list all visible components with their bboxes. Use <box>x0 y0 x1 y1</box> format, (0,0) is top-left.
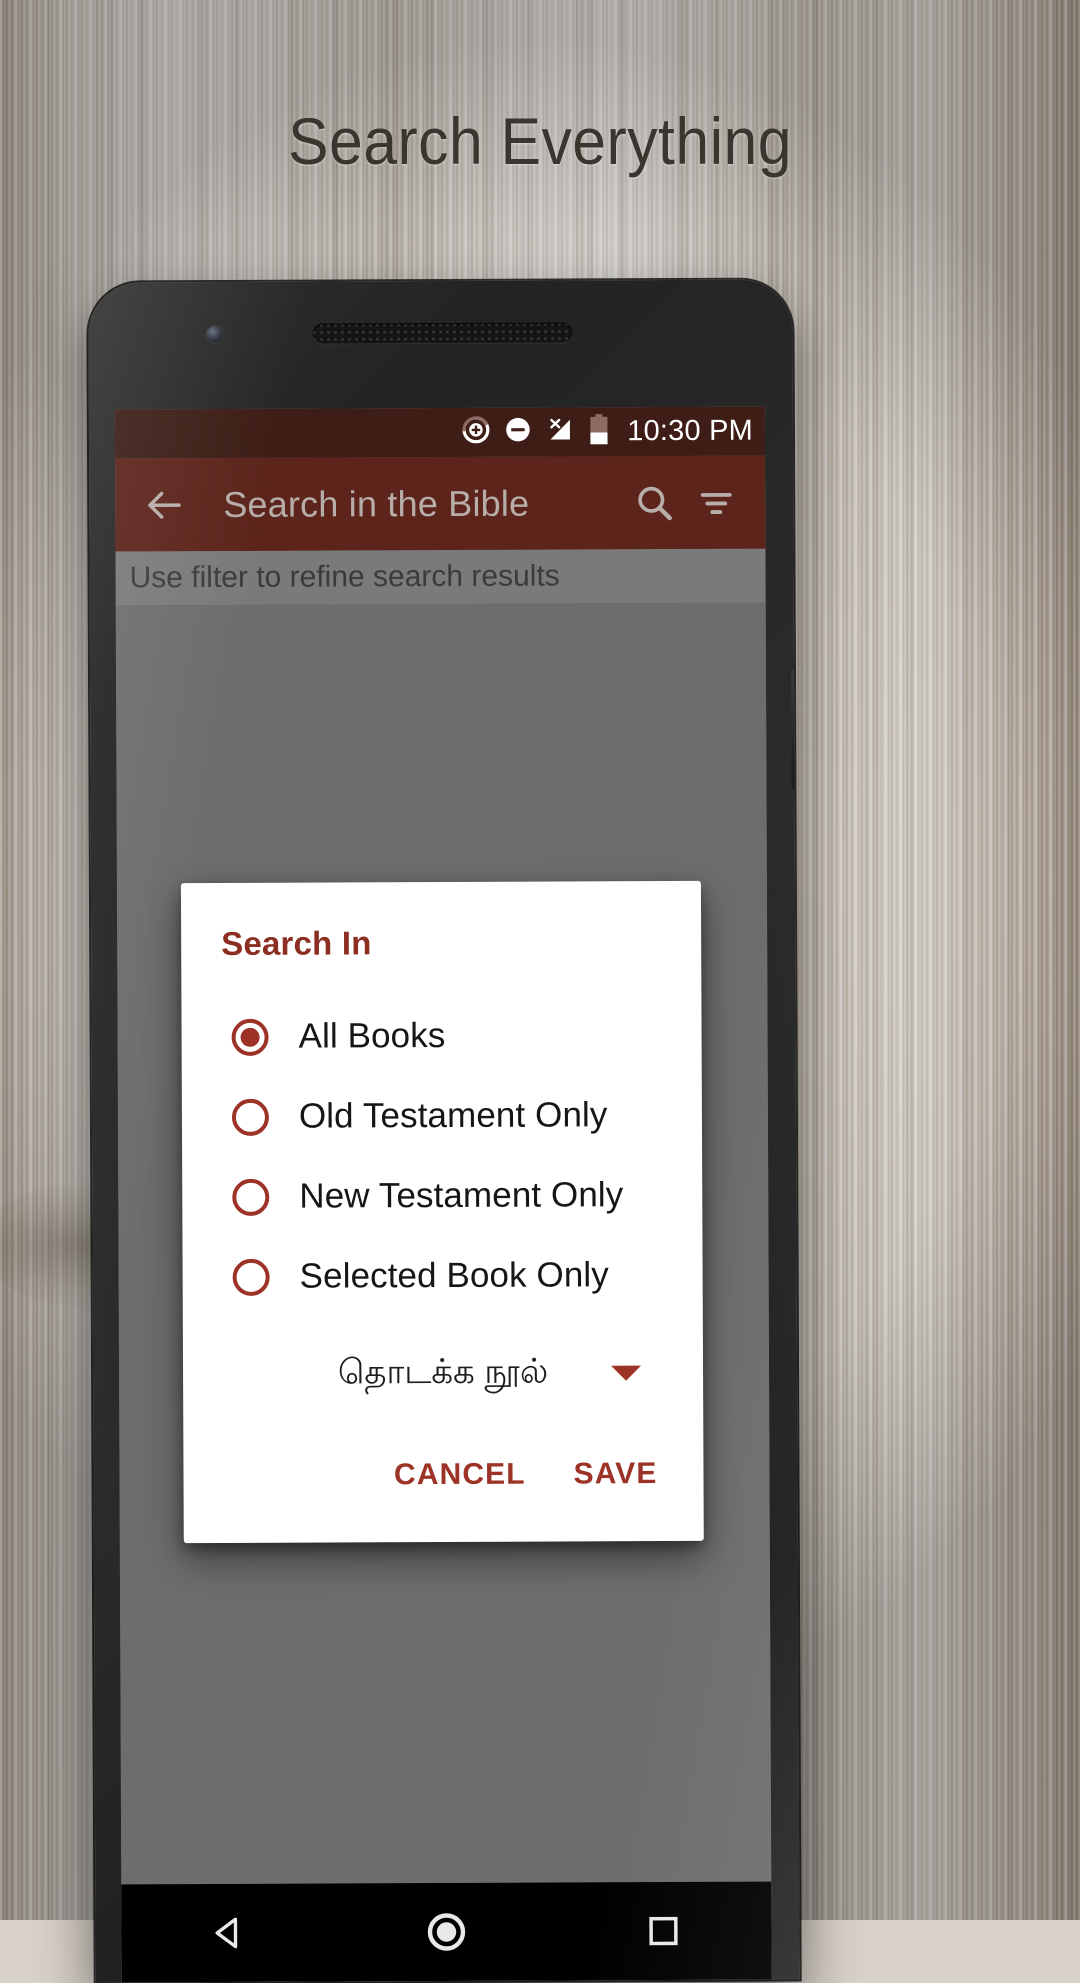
search-icon[interactable] <box>623 471 685 533</box>
android-navigation-bar <box>121 1881 772 1983</box>
front-camera <box>206 325 224 344</box>
radio-button-icon[interactable] <box>231 1098 270 1136</box>
cancel-button[interactable]: CANCEL <box>376 1444 544 1507</box>
battery-low-icon <box>587 413 611 450</box>
nav-recents-square-icon[interactable] <box>618 1886 708 1976</box>
do-not-disturb-icon <box>503 415 533 450</box>
radio-button-icon[interactable] <box>232 1258 270 1296</box>
radio-option-new-testament[interactable]: New Testament Only <box>182 1155 702 1237</box>
status-bar: 10:30 PM <box>114 406 766 459</box>
chevron-down-icon[interactable] <box>611 1365 642 1381</box>
status-bar-clock: 10:30 PM <box>627 414 754 448</box>
radio-option-label: All Books <box>298 1015 446 1056</box>
signal-no-service-icon <box>545 414 575 449</box>
filter-icon[interactable] <box>685 471 747 533</box>
radio-option-label: Selected Book Only <box>299 1255 609 1296</box>
radio-option-selected-book[interactable]: Selected Book Only <box>182 1235 702 1317</box>
radio-option-all-books[interactable]: All Books <box>181 995 701 1077</box>
page-title: Search Everything <box>288 104 792 178</box>
radio-button-icon[interactable] <box>232 1178 270 1216</box>
radio-option-label: New Testament Only <box>299 1175 624 1216</box>
dialog-title: Search In <box>221 924 372 962</box>
radio-option-old-testament[interactable]: Old Testament Only <box>182 1075 702 1157</box>
phone-mockup: 10:30 PM Search in the Bible Use filter … <box>88 279 800 1983</box>
search-in-dialog: Search In All Books Old Testament Only N… <box>180 880 704 1544</box>
app-bar-title: Search in the Bible <box>223 482 530 525</box>
save-button[interactable]: SAVE <box>555 1443 675 1506</box>
earpiece-speaker <box>312 322 573 344</box>
radio-option-label: Old Testament Only <box>298 1095 608 1136</box>
arrow-left-icon[interactable] <box>133 474 195 536</box>
sync-plus-icon <box>461 415 491 450</box>
nav-home-circle-icon[interactable] <box>401 1887 491 1977</box>
book-select-value: தொடக்க நூல் <box>337 1352 549 1391</box>
filter-hint-banner: Use filter to refine search results <box>115 548 766 606</box>
radio-button-icon[interactable] <box>231 1018 269 1056</box>
book-select-dropdown[interactable]: தொடக்க நூல் <box>183 1321 703 1427</box>
app-bar: Search in the Bible <box>115 455 766 552</box>
dialog-actions: CANCEL SAVE <box>183 1425 704 1543</box>
phone-screen: 10:30 PM Search in the Bible Use filter … <box>114 406 772 1983</box>
nav-back-triangle-icon[interactable] <box>185 1888 275 1978</box>
